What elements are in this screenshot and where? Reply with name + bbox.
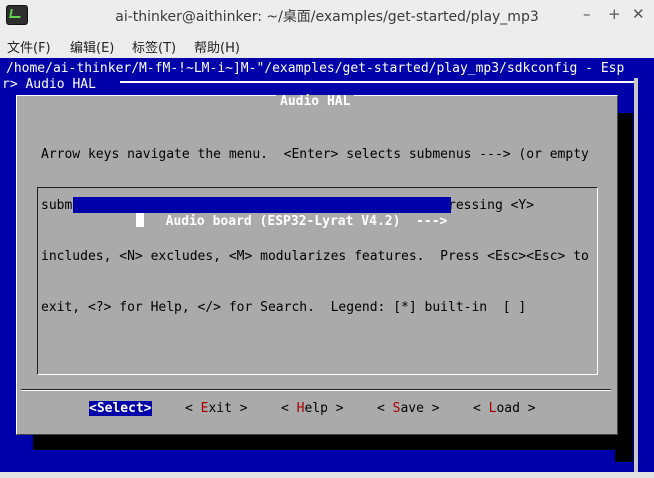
maximize-button[interactable]: + xyxy=(608,4,621,24)
minimize-button[interactable]: – xyxy=(583,4,591,24)
load-button[interactable]: < Load > xyxy=(473,401,536,417)
menu-edit[interactable]: 编辑(E) xyxy=(70,37,114,56)
bracket: > xyxy=(519,401,536,416)
bracket: < xyxy=(89,401,97,416)
select-button[interactable]: <Select> xyxy=(89,401,152,417)
cursor-marker xyxy=(135,213,144,227)
help-line: Arrow keys navigate the menu. <Enter> se… xyxy=(41,147,589,162)
bracket: < xyxy=(185,401,201,416)
breadcrumb: r> Audio HAL xyxy=(2,77,96,92)
bracket: < xyxy=(473,401,489,416)
menu-entry-audio-board[interactable]: Audio board (ESP32-Lyrat V4.2) ---> xyxy=(73,197,452,229)
bracket: > xyxy=(423,401,440,416)
bracket: < xyxy=(281,401,297,416)
config-path: /home/ai-thinker/M-fM-!~LM-i~]M-"/exampl… xyxy=(6,61,625,76)
terminal-area[interactable]: /home/ai-thinker/M-fM-!~LM-i~]M-"/exampl… xyxy=(0,58,654,472)
window-bottom-edge xyxy=(0,472,654,478)
save-label: ave xyxy=(400,401,424,416)
help-label: elp xyxy=(304,401,328,416)
window-title: ai-thinker@aithinker: ~/桌面/examples/get-… xyxy=(115,9,539,25)
bracket: > xyxy=(143,401,152,416)
exit-button[interactable]: < Exit > xyxy=(185,401,248,417)
breadcrumb-rule xyxy=(120,81,634,83)
menu-list: Audio board (ESP32-Lyrat V4.2) ---> xyxy=(37,187,598,375)
bracket: > xyxy=(327,401,344,416)
load-label: oad xyxy=(496,401,520,416)
dialog-title: Audio HAL xyxy=(276,95,355,109)
close-button[interactable]: ✕ xyxy=(632,4,645,24)
menu-file[interactable]: 文件(F) xyxy=(7,37,51,56)
menu-help[interactable]: 帮助(H) xyxy=(194,37,240,56)
menu-bar: 文件(F) 编辑(E) 标签(T) 帮助(H) xyxy=(0,32,654,58)
title-bar: ai-thinker@aithinker: ~/桌面/examples/get-… xyxy=(0,0,654,30)
bracket: > xyxy=(231,401,248,416)
exit-label: xit xyxy=(208,401,232,416)
menuconfig-dialog: Audio HAL Arrow keys navigate the menu. … xyxy=(16,95,618,435)
bracket: < xyxy=(377,401,393,416)
select-label: Select xyxy=(96,401,144,416)
save-button[interactable]: < Save > xyxy=(377,401,440,417)
help-button[interactable]: < Help > xyxy=(281,401,344,417)
button-separator-highlight xyxy=(21,390,611,391)
scroll-edge xyxy=(634,78,638,472)
menu-entry-label: Audio board (ESP32-Lyrat V4.2) ---> xyxy=(165,214,448,229)
menu-tabs[interactable]: 标签(T) xyxy=(132,37,176,56)
